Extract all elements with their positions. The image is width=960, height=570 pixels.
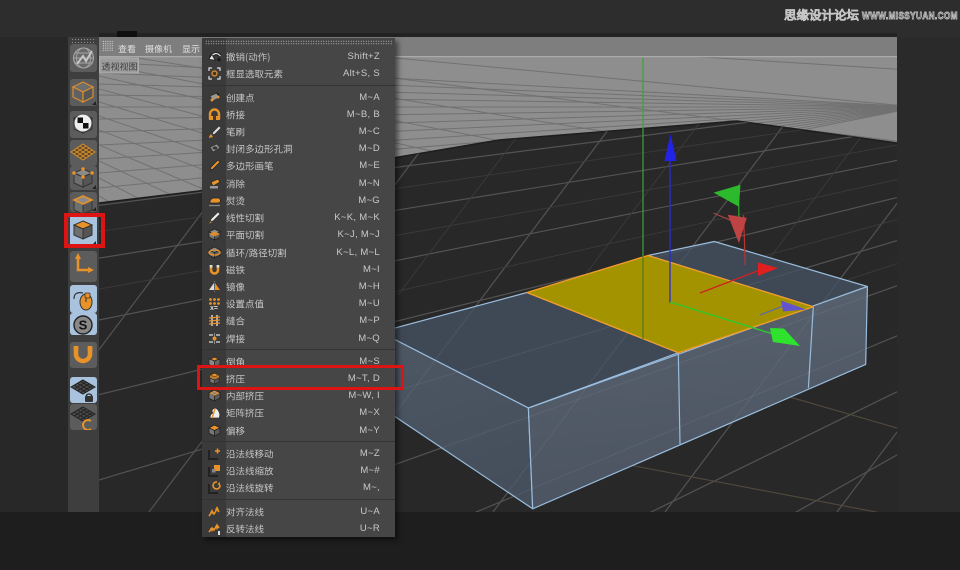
svg-text:x=: x= xyxy=(210,305,218,310)
svg-text:S: S xyxy=(79,318,88,333)
